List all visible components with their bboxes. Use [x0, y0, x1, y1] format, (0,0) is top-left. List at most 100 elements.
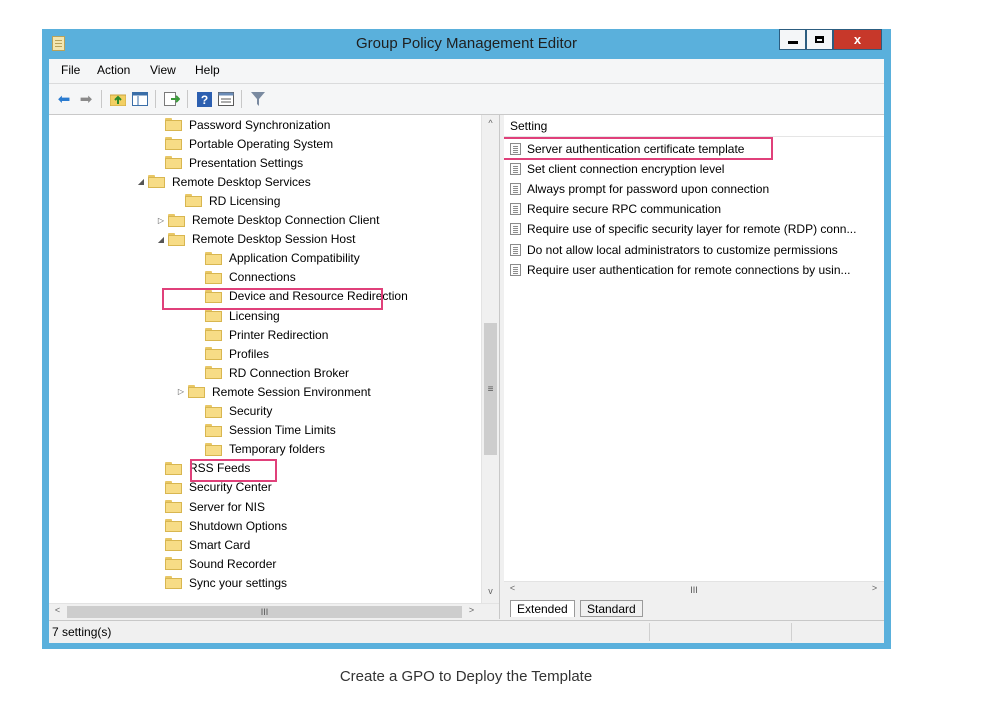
settings-horizontal-scrollbar[interactable]: < III >	[504, 581, 884, 598]
maximize-button[interactable]	[806, 29, 833, 50]
tree-item-label: Server for NIS	[189, 499, 266, 514]
menu-help[interactable]: Help	[195, 63, 220, 77]
setting-label: Set client connection encryption level	[527, 161, 725, 176]
expand-toggle-icon[interactable]: ▷	[176, 387, 186, 396]
menu-action[interactable]: Action	[97, 63, 130, 77]
up-folder-icon[interactable]	[109, 90, 127, 108]
forward-arrow-icon[interactable]: ➡	[77, 90, 95, 108]
setting-row[interactable]: Require user authentication for remote c…	[510, 260, 851, 279]
highlight-session-host	[162, 288, 383, 310]
tree-item[interactable]: Printer Redirection	[193, 325, 328, 344]
close-button[interactable]: x	[833, 29, 882, 50]
expand-toggle-icon[interactable]: ◢	[136, 177, 146, 186]
tree-item[interactable]: Profiles	[193, 344, 269, 363]
tab-standard[interactable]: Standard	[580, 600, 643, 617]
folder-icon	[205, 366, 222, 380]
expand-toggle-icon[interactable]: ◢	[156, 235, 166, 244]
tree-item-label: Presentation Settings	[189, 155, 304, 170]
scroll-up-icon[interactable]: ^	[482, 118, 499, 128]
window-title: Group Policy Management Editor	[356, 35, 577, 52]
export-list-icon[interactable]	[163, 90, 181, 108]
tab-extended[interactable]: Extended	[510, 600, 575, 617]
setting-row[interactable]: Always prompt for password upon connecti…	[510, 179, 769, 198]
highlight-security	[190, 459, 277, 482]
tree-item-label: Profiles	[229, 346, 270, 361]
folder-icon	[165, 118, 182, 131]
setting-row[interactable]: Require secure RPC communication	[510, 200, 721, 219]
tree-item-label: Sync your settings	[189, 575, 288, 590]
setting-label: Do not allow local administrators to cus…	[527, 242, 838, 257]
tree-item[interactable]: Sync your settings	[153, 573, 287, 592]
tree-item-label: RD Connection Broker	[229, 365, 350, 380]
tree-item-label: Temporary folders	[229, 442, 326, 457]
status-text: 7 setting(s)	[52, 625, 112, 639]
policy-setting-icon	[510, 243, 521, 256]
status-divider	[649, 623, 650, 641]
properties-icon[interactable]	[217, 90, 235, 108]
tree-item[interactable]: Shutdown Options	[153, 516, 287, 535]
minimize-button[interactable]	[779, 29, 806, 50]
tree-item-label: Remote Session Environment	[212, 384, 371, 399]
policy-setting-icon	[510, 182, 521, 195]
tree-item[interactable]: Connections	[193, 268, 296, 287]
tree-item[interactable]: Security	[193, 402, 272, 421]
tree-item[interactable]: Smart Card	[153, 535, 250, 554]
tree-vertical-scrollbar[interactable]: ^ ≡ v	[481, 115, 499, 603]
scroll-down-icon[interactable]: v	[482, 586, 499, 596]
tree-item[interactable]: RD Licensing	[173, 191, 280, 210]
folder-icon	[165, 576, 182, 590]
help-icon[interactable]: ?	[195, 90, 213, 108]
status-divider	[791, 623, 792, 641]
minimize-icon	[787, 41, 798, 44]
policy-setting-icon	[510, 263, 521, 276]
tree-item[interactable]: Password Synchronization	[153, 115, 330, 134]
scroll-right-icon[interactable]: >	[463, 605, 480, 615]
menu-file[interactable]: File	[61, 63, 80, 77]
tree-item[interactable]: ▷ Remote Desktop Connection Client	[156, 211, 380, 230]
scroll-left-icon[interactable]: <	[49, 605, 66, 615]
tree-item[interactable]: Server for NIS	[153, 497, 265, 516]
scroll-right-icon[interactable]: >	[866, 583, 883, 593]
tree-item-label: Password Synchronization	[189, 117, 331, 132]
tree-item[interactable]: Temporary folders	[193, 440, 325, 459]
tree-item-label: Application Compatibility	[229, 251, 360, 266]
tree-item-label: Licensing	[229, 308, 280, 323]
tree-item[interactable]: Sound Recorder	[153, 554, 276, 573]
filter-icon[interactable]	[249, 90, 267, 108]
tree-scroll-thumb[interactable]: ≡	[484, 323, 497, 455]
policy-setting-icon	[510, 203, 521, 216]
setting-row[interactable]: Set client connection encryption level	[510, 159, 724, 178]
tree-item[interactable]: Portable Operating System	[153, 134, 333, 153]
tree-item[interactable]: ▷ Remote Session Environment	[176, 382, 371, 401]
setting-row[interactable]: Do not allow local administrators to cus…	[510, 240, 838, 259]
tree-item[interactable]: RD Connection Broker	[193, 363, 349, 382]
tree-item[interactable]: Session Time Limits	[193, 421, 336, 440]
setting-row[interactable]: Require use of specific security layer f…	[510, 220, 856, 239]
settings-hscroll-thumb[interactable]: III	[524, 584, 864, 596]
folder-icon	[205, 270, 222, 284]
tree-item-label: Printer Redirection	[229, 327, 329, 342]
scroll-left-icon[interactable]: <	[504, 583, 521, 593]
tree-item[interactable]: Application Compatibility	[193, 249, 360, 268]
tree-item[interactable]: ◢ Remote Desktop Session Host	[156, 230, 355, 249]
close-icon: x	[853, 32, 862, 47]
tree-item[interactable]: Presentation Settings	[153, 153, 303, 172]
tree-horizontal-scrollbar[interactable]: < III >	[49, 603, 499, 619]
title-bar[interactable]: Group Policy Management Editor x	[42, 29, 891, 59]
tree-item[interactable]: ◢ Remote Desktop Services	[136, 172, 311, 191]
menu-bar: File Action View Help	[49, 59, 884, 84]
tree-item-label: Session Time Limits	[229, 423, 336, 438]
folder-icon	[165, 137, 182, 151]
tree-hscroll-thumb[interactable]: III	[67, 606, 462, 618]
folder-icon	[165, 557, 182, 571]
show-hide-tree-icon[interactable]	[131, 90, 149, 108]
policy-setting-icon	[510, 162, 521, 175]
back-arrow-icon[interactable]: ⬅	[55, 90, 73, 108]
expand-toggle-icon[interactable]: ▷	[156, 216, 166, 225]
column-header-setting[interactable]: Setting	[504, 115, 884, 137]
folder-icon	[165, 480, 182, 494]
view-tabs: Extended Standard	[504, 597, 884, 619]
setting-label: Require secure RPC communication	[527, 202, 722, 217]
setting-label: Always prompt for password upon connecti…	[527, 181, 770, 196]
menu-view[interactable]: View	[150, 63, 176, 77]
